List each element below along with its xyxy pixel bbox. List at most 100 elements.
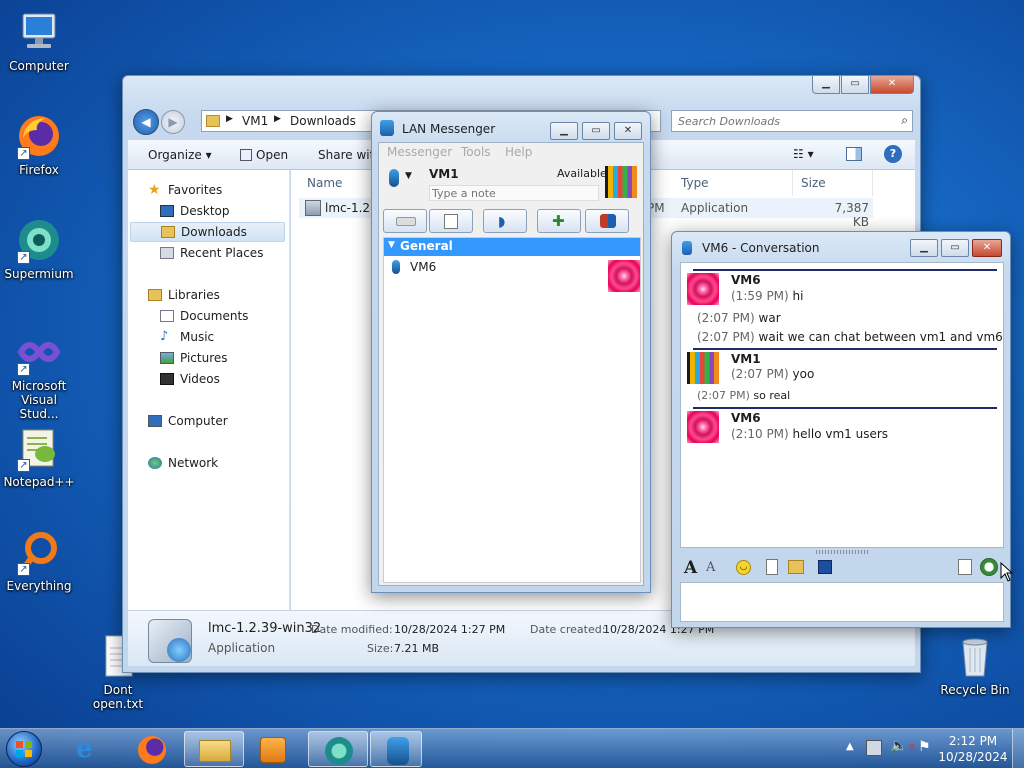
message-line: (1:59 PM) hi [731,289,804,303]
taskbar-media-player[interactable] [244,731,304,767]
taskbar-firefox[interactable] [122,731,182,767]
toolbar-button-2[interactable] [429,209,473,233]
menu-help[interactable]: Help [505,145,532,159]
close-button[interactable]: ✕ [972,239,1002,257]
view-options-icon[interactable]: ☷ ▾ [793,147,814,161]
message-line: (2:07 PM) yoo [731,367,814,381]
column-header-type[interactable]: Type [673,170,793,196]
font-icon[interactable]: A [684,558,697,578]
minimize-button[interactable]: ▁ [812,76,840,94]
column-header-size[interactable]: Size [793,170,873,196]
desktop-icon-recycle-bin[interactable]: Recycle Bin [936,632,1014,697]
message-separator [693,348,997,350]
libraries-icon [148,289,162,301]
desktop-icon-notepadpp[interactable]: ↗ Notepad++ [0,424,78,489]
desktop-icon-computer[interactable]: Computer [0,8,78,73]
visual-studio-icon: ↗ [15,328,63,376]
open-button[interactable]: Open [240,148,288,162]
nav-documents[interactable]: Documents [160,306,248,326]
recent-places-icon [160,247,174,259]
group-header-general[interactable]: ▼ General [384,238,640,256]
open-label: Open [256,148,289,162]
toolbar-button-3[interactable]: ◗ [483,209,527,233]
preview-pane-icon[interactable] [846,147,862,161]
help-icon[interactable]: ? [884,145,902,163]
close-button[interactable]: ✕ [870,76,914,94]
shortcut-arrow-icon: ↗ [17,363,30,376]
message-input[interactable] [680,582,1004,622]
desktop-icon-everything[interactable]: ↗ Everything [0,528,78,593]
nav-videos[interactable]: Videos [160,369,220,389]
search-box[interactable]: ⌕ [671,110,913,132]
nav-recent-places[interactable]: Recent Places [160,243,263,263]
contact-status-icon [392,260,400,274]
nav-downloads[interactable]: Downloads [130,222,285,242]
minimize-button[interactable]: ▁ [550,122,578,140]
nav-pictures[interactable]: Pictures [160,348,228,368]
back-button[interactable]: ◀ [133,109,159,135]
message-time: (2:07 PM) [697,330,755,344]
new-conversation-icon[interactable] [958,559,972,575]
maximize-button[interactable]: ▭ [582,122,610,140]
nav-favorites[interactable]: ★ Favorites [148,180,222,200]
taskbar-lan-messenger[interactable] [370,731,422,767]
show-hidden-icons-icon[interactable]: ▲ [846,741,854,752]
status-dropdown-icon[interactable]: ▼ [405,171,412,181]
note-input[interactable] [429,185,599,201]
maximize-button[interactable]: ▭ [941,239,969,257]
contact-item-vm6[interactable]: VM6 [384,258,640,292]
action-center-icon[interactable]: ⚑ [918,739,931,755]
taskbar-internet-explorer[interactable]: e [60,731,120,767]
nav-music[interactable]: ♪ Music [160,327,214,347]
organize-button[interactable]: Organize ▾ [148,148,212,162]
menu-tools[interactable]: Tools [461,145,491,159]
taskbar-supermium[interactable] [308,731,368,767]
internet-explorer-icon: e [76,734,93,764]
breadcrumb-downloads[interactable]: Downloads [290,114,356,128]
minimize-button[interactable]: ▁ [910,239,938,257]
send-file-icon[interactable] [766,559,778,575]
message-separator [693,407,997,409]
message-line: (2:10 PM) hello vm1 users [731,427,888,441]
shortcut-arrow-icon: ↗ [17,251,30,264]
close-button[interactable]: ✕ [614,122,642,140]
user-status-icon[interactable] [389,169,399,187]
breadcrumb-vm1[interactable]: VM1 [242,114,268,128]
taskbar: e ▲ 🔈✕ ⚑ 2:12 PM 10/28/2024 [0,728,1024,768]
font-color-icon[interactable]: A [706,560,715,575]
emoticon-icon[interactable]: ◡ [736,560,751,575]
desktop-icon-visual-studio[interactable]: ↗ Microsoft Visual Stud... [0,328,78,421]
details-modified: 10/28/2024 1:27 PM [394,623,506,636]
desktop-icon-label: Computer [9,59,69,73]
details-kind: Application [208,641,276,655]
start-button[interactable] [6,731,42,767]
toolbar-button-5[interactable] [585,209,629,233]
nav-network[interactable]: Network [148,453,218,473]
user-avatar[interactable] [605,166,637,198]
search-icon[interactable]: ⌕ [901,113,908,128]
desktop-icon-supermium[interactable]: ↗ Supermium [0,216,78,281]
save-icon[interactable] [818,560,832,574]
network-tray-icon[interactable] [866,740,882,756]
desktop-icon-label: Microsoft Visual Stud... [11,379,67,421]
chevron-right-icon: ▶ [226,114,233,124]
nav-computer[interactable]: Computer [148,411,228,431]
taskbar-explorer[interactable] [184,731,244,767]
menu-messenger[interactable]: Messenger [387,145,452,159]
nav-desktop[interactable]: Desktop [160,201,230,221]
nav-libraries[interactable]: Libraries [148,285,220,305]
splitter-handle[interactable] [816,550,868,554]
maximize-button[interactable]: ▭ [841,76,869,94]
toolbar-button-1[interactable] [383,209,427,233]
desktop-icon-firefox[interactable]: ↗ Firefox [0,112,78,177]
volume-muted-icon[interactable]: 🔈✕ [890,738,916,754]
search-input[interactable] [672,111,882,131]
clock[interactable]: 2:12 PM 10/28/2024 [938,733,1008,765]
toolbar-button-4[interactable]: ✚ [537,209,581,233]
history-icon[interactable] [980,558,998,576]
message-time: (2:07 PM) [731,367,789,381]
show-desktop-button[interactable] [1012,729,1024,768]
send-folder-icon[interactable] [788,560,804,574]
message-time: (1:59 PM) [731,289,789,303]
forward-button[interactable]: ▶ [161,110,185,134]
